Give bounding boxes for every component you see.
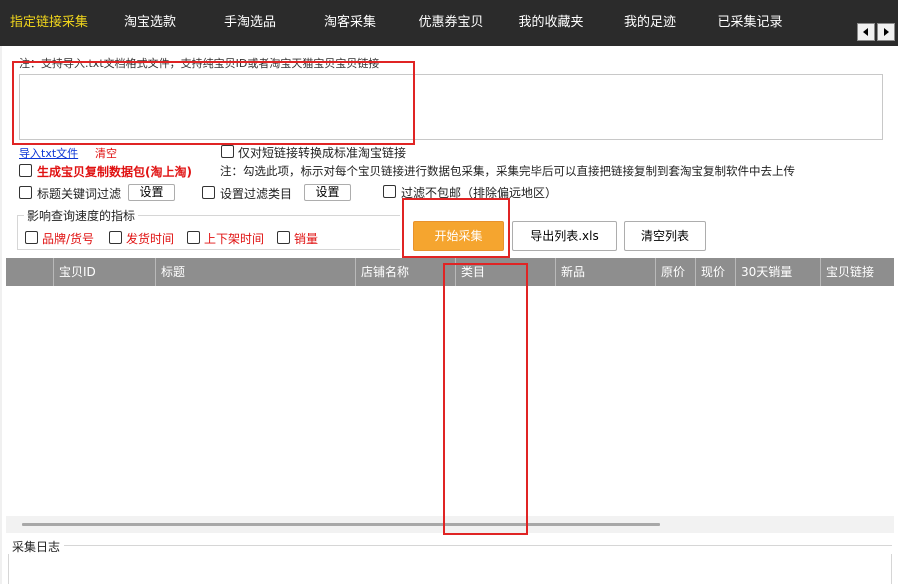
arrow-right-icon [884, 28, 889, 36]
tab-taobao-select[interactable]: 淘宝选款 [112, 0, 188, 46]
column-header-30day-sales[interactable]: 30天销量 [735, 258, 820, 286]
sales-checkbox[interactable] [277, 231, 290, 244]
ship-time-checkbox[interactable] [109, 231, 122, 244]
table-horizontal-scrollbar[interactable] [6, 516, 894, 533]
column-header-original-price[interactable]: 原价 [655, 258, 695, 286]
ship-time-label: 发货时间 [126, 232, 175, 246]
tab-coupon-items[interactable]: 优惠券宝贝 [406, 0, 496, 46]
brand-sku-label: 品牌/货号 [42, 232, 95, 246]
tab-collected-records[interactable]: 已采集记录 [708, 0, 792, 46]
column-header-shop-name[interactable]: 店铺名称 [355, 258, 455, 286]
table-header: 宝贝ID 标题 店铺名称 类目 新品 原价 现价 30天销量 宝贝链接 [6, 258, 894, 286]
convert-short-link-label: 仅对短链接转换成标准淘宝链接 [238, 146, 407, 160]
clear-list-button[interactable]: 清空列表 [624, 221, 706, 251]
title-keyword-filter-label: 标题关键词过滤 [37, 187, 122, 201]
export-xls-button[interactable]: 导出列表.xls [512, 221, 617, 251]
keyword-settings-button[interactable]: 设置 [128, 184, 175, 201]
import-note: 注：支持导入.txt文档格式文件，支持纯宝贝ID或者淘宝天猫宝贝宝贝链接 [19, 57, 380, 70]
clear-link[interactable]: 清空 [95, 145, 117, 161]
filter-category-label: 设置过滤类目 [220, 187, 293, 201]
category-settings-button[interactable]: 设置 [304, 184, 351, 201]
title-keyword-filter-checkbox[interactable] [19, 186, 32, 199]
tab-link-collect[interactable]: 指定链接采集 [0, 0, 98, 46]
tab-scroll-right-button[interactable] [877, 23, 895, 41]
collect-log-box[interactable] [8, 554, 892, 584]
sales-label: 销量 [294, 232, 319, 246]
tab-favorites[interactable]: 我的收藏夹 [506, 0, 596, 46]
convert-short-link-checkbox[interactable] [221, 145, 234, 158]
column-header-item-link[interactable]: 宝贝链接 [820, 258, 894, 286]
tab-taoke-collect[interactable]: 淘客采集 [312, 0, 388, 46]
filter-category-checkbox[interactable] [202, 186, 215, 199]
tab-scroll-left-button[interactable] [857, 23, 875, 41]
results-table-body[interactable] [6, 286, 894, 516]
listing-time-checkbox[interactable] [187, 231, 200, 244]
arrow-left-icon [863, 28, 868, 36]
column-header-item-id[interactable]: 宝贝ID [53, 258, 155, 286]
no-free-shipping-label: 过滤不包邮（排除偏远地区） [401, 186, 558, 200]
tab-mobile-select[interactable]: 手淘选品 [212, 0, 288, 46]
generate-package-checkbox[interactable] [19, 164, 32, 177]
top-tab-bar: 指定链接采集 淘宝选款 手淘选品 淘客采集 优惠券宝贝 我的收藏夹 我的足迹 已… [0, 0, 898, 46]
column-header-new[interactable]: 新品 [555, 258, 655, 286]
generate-package-label: 生成宝贝复制数据包(淘上淘) [37, 165, 192, 179]
brand-sku-checkbox[interactable] [25, 231, 38, 244]
column-header-category[interactable]: 类目 [455, 258, 555, 286]
log-divider [62, 545, 892, 546]
collect-log-title: 采集日志 [12, 538, 65, 555]
column-header-title[interactable]: 标题 [155, 258, 355, 286]
no-free-shipping-checkbox[interactable] [383, 185, 396, 198]
import-txt-link[interactable]: 导入txt文件 [19, 145, 78, 161]
speed-group-title: 影响查询速度的指标 [24, 207, 139, 224]
column-header-current-price[interactable]: 现价 [695, 258, 735, 286]
start-collect-button[interactable]: 开始采集 [413, 221, 504, 251]
listing-time-label: 上下架时间 [204, 232, 265, 246]
url-input[interactable] [19, 74, 883, 140]
scrollbar-thumb[interactable] [22, 523, 660, 526]
tab-footprints[interactable]: 我的足迹 [612, 0, 688, 46]
generate-package-note: 注：勾选此项，标示对每个宝贝链接进行数据包采集，采集完毕后可以直接把链接复制到套… [220, 164, 795, 178]
